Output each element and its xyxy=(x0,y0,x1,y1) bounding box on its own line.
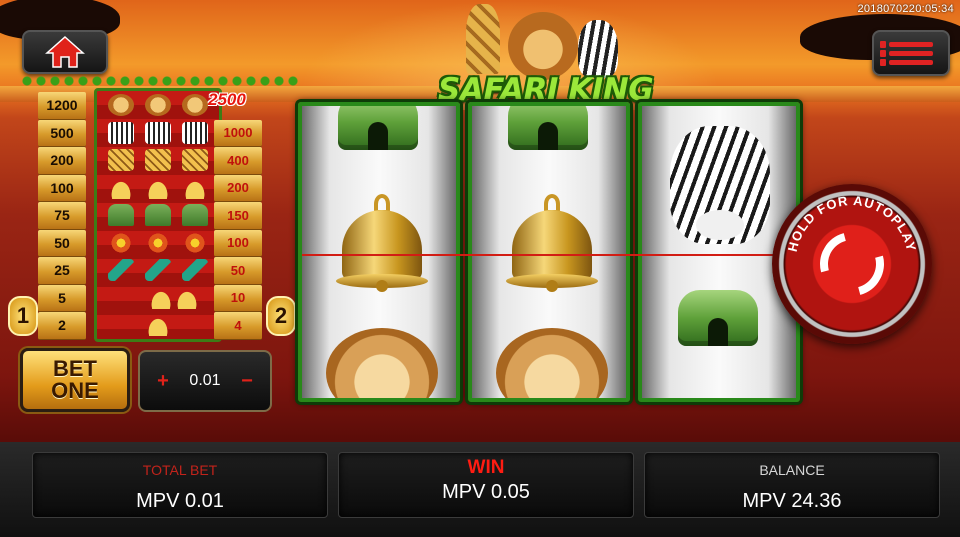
payout-cell: 100 xyxy=(38,174,86,202)
zebra-mascot xyxy=(578,20,618,78)
payout-cell: 1000 xyxy=(214,119,262,147)
balance-value: MPV 24.36 xyxy=(742,490,842,512)
lion-icon xyxy=(107,93,134,116)
timestamp: 2018070220:05:34 xyxy=(857,3,954,15)
payout-cell: 500 xyxy=(38,119,86,147)
feather-icon xyxy=(107,258,134,281)
pay-table: 1200 500 200 100 75 50 25 5 2 1000 400 2… xyxy=(10,74,300,344)
balance-label: BALANCE xyxy=(759,462,825,478)
paytable-row-giraffe xyxy=(102,146,214,173)
paytable-row-feather xyxy=(102,256,214,283)
total-bet-panel: TOTAL BET MPV 0.01 xyxy=(32,452,328,518)
total-bet-value: MPV 0.01 xyxy=(136,490,224,512)
payout-cell: 25 xyxy=(38,257,86,285)
giraffe-icon xyxy=(107,148,134,171)
win-label: WIN xyxy=(467,457,505,478)
paytable-row-bell xyxy=(102,174,214,201)
lion-icon xyxy=(182,93,209,116)
hut-icon xyxy=(678,290,758,346)
hut-icon xyxy=(144,203,171,226)
hut-icon xyxy=(338,106,418,150)
reel-1 xyxy=(298,102,460,402)
hut-icon xyxy=(508,106,588,150)
payout-cell: 2 xyxy=(38,312,86,340)
game-stage: 2018070220:05:34 SAFARI KING 1200 500 20… xyxy=(0,0,960,537)
menu-icon xyxy=(880,38,933,69)
payout-cell: 4 xyxy=(214,312,262,340)
balance-panel: BALANCE MPV 24.36 xyxy=(644,452,940,518)
win-panel: WIN MPV 0.05 xyxy=(338,452,634,518)
payout-cell: 75 xyxy=(38,202,86,230)
win-value: MPV 0.05 xyxy=(442,481,530,503)
flower-icon xyxy=(107,231,134,254)
vine-decoration xyxy=(20,74,300,88)
lion-icon xyxy=(144,93,171,116)
coin-1-badge: 1 xyxy=(8,296,38,336)
bet-one-button[interactable]: BET ONE xyxy=(20,348,130,412)
payout-cell: 100 xyxy=(214,229,262,257)
payout-cell: 50 xyxy=(38,229,86,257)
payout-cell: 10 xyxy=(214,284,262,312)
bet-one-label-line1: BET xyxy=(53,356,97,381)
payout-cell: 200 xyxy=(38,147,86,175)
feather-icon xyxy=(182,258,209,281)
stake-decrease-button[interactable]: + xyxy=(156,370,170,393)
payout-cell: 5 xyxy=(38,284,86,312)
pay-table-coin-2-column: 1000 400 200 150 100 50 10 4 xyxy=(214,92,262,340)
bell-icon xyxy=(336,194,428,294)
lion-icon xyxy=(496,328,608,398)
payout-cell: 1200 xyxy=(38,92,86,120)
bell-icon xyxy=(506,194,598,294)
giraffe-mascot xyxy=(466,4,500,74)
zebra-icon xyxy=(144,121,171,144)
paytable-row-two-bells xyxy=(102,284,214,311)
bell-icon xyxy=(174,286,200,309)
lion-mascot xyxy=(508,12,578,80)
bell-icon xyxy=(148,286,174,309)
autoplay-label: HOLD FOR AUTOPLAY xyxy=(785,193,919,253)
payline xyxy=(302,254,802,256)
bell-icon xyxy=(182,176,209,199)
zebra-icon xyxy=(670,126,770,244)
paytable-row-one-bell xyxy=(102,311,214,338)
flower-icon xyxy=(182,231,209,254)
paytable-row-flower xyxy=(102,229,214,256)
flower-icon xyxy=(144,231,171,254)
pay-table-coin-1-column: 1200 500 200 100 75 50 25 5 2 xyxy=(38,92,86,340)
home-icon xyxy=(45,35,85,68)
hut-icon xyxy=(182,203,209,226)
bell-icon xyxy=(144,176,171,199)
hut-icon xyxy=(107,203,134,226)
payout-cell: 200 xyxy=(214,174,262,202)
stake-selector: + 0.01 − xyxy=(138,350,272,412)
total-bet-label: TOTAL BET xyxy=(142,462,218,478)
payout-cell: 400 xyxy=(214,147,262,175)
zebra-icon xyxy=(182,121,209,144)
autoplay-label-text: HOLD FOR AUTOPLAY xyxy=(785,193,918,253)
zebra-icon xyxy=(107,121,134,144)
feather-icon xyxy=(144,258,171,281)
bell-icon xyxy=(145,313,171,336)
paytable-row-zebra xyxy=(102,119,214,146)
stake-value: 0.01 xyxy=(189,372,221,389)
stake-increase-button[interactable]: − xyxy=(240,370,254,393)
home-button[interactable] xyxy=(22,30,108,74)
payout-cell: 150 xyxy=(214,202,262,230)
reel-2 xyxy=(468,102,630,402)
giraffe-icon xyxy=(182,148,209,171)
paytable-row-hut xyxy=(102,201,214,228)
menu-button[interactable] xyxy=(872,30,950,76)
bell-icon xyxy=(107,176,134,199)
lion-icon xyxy=(326,328,438,398)
giraffe-icon xyxy=(144,148,171,171)
payout-cell: 50 xyxy=(214,257,262,285)
paytable-row-lion xyxy=(102,91,214,118)
bet-one-label-line2: ONE xyxy=(51,378,99,403)
svg-text:HOLD FOR AUTOPLAY: HOLD FOR AUTOPLAY xyxy=(785,193,919,253)
coin-2-badge: 2 xyxy=(266,296,296,336)
